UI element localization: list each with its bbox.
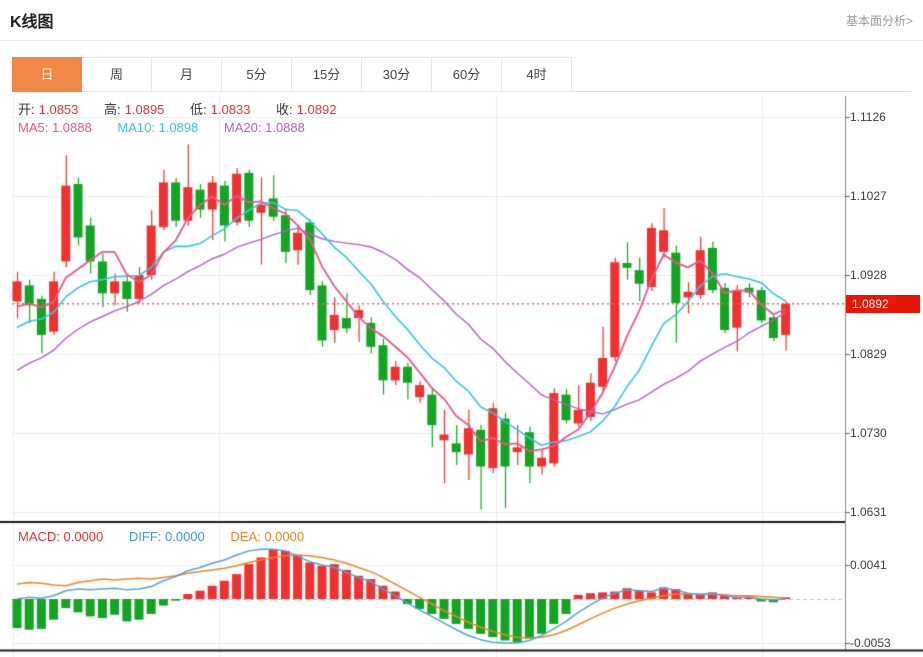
open-label: 开:: [18, 102, 35, 117]
tab-5分[interactable]: 5分: [222, 57, 292, 92]
close-value: 1.0892: [296, 102, 337, 117]
y-axis-label: 1.0730: [850, 426, 887, 440]
y-axis-label: -0.0053: [850, 635, 891, 650]
diff-value: DIFF: 0.0000: [128, 529, 205, 544]
tab-30分[interactable]: 30分: [362, 57, 432, 92]
ma20-value: MA20: 1.0888: [223, 120, 305, 135]
ma10-value: MA10: 1.0898: [117, 120, 199, 135]
kline-widget: K线图 基本面分析> 日周月 5分 15分 30分 60分 4时 开: 1.0853 高: 1…: [0, 0, 923, 657]
low-value: 1.0833: [210, 102, 251, 117]
close-label: 收:: [276, 102, 293, 117]
macd-value: MACD: 0.0000: [18, 529, 104, 544]
period-tab-bar: 日周月 5分 15分 30分 60分 4时: [12, 57, 911, 92]
ohlc-legend: 开: 1.0853 高: 1.0895 低: 1.0833 收: 1.0892: [18, 99, 340, 118]
high-label: 高:: [104, 102, 121, 117]
y-axis-label: 1.1027: [850, 189, 887, 203]
tab-4时[interactable]: 4时: [502, 57, 572, 92]
page-title: K线图: [10, 14, 54, 31]
tab-60分[interactable]: 60分: [432, 57, 502, 92]
tab-15分[interactable]: 15分: [292, 57, 362, 92]
low-label: 低:: [190, 102, 207, 117]
tab-周[interactable]: 周: [82, 57, 152, 92]
macd-legend: MACD: 0.0000 DIFF: 0.0000 DEA: 0.0000: [18, 529, 308, 544]
high-value: 1.0895: [124, 102, 165, 117]
y-axis-label: 1.0829: [850, 347, 887, 361]
dea-value: DEA: 0.0000: [230, 529, 305, 544]
y-axis-label: 1.1126: [850, 110, 886, 124]
ma5-value: MA5: 1.0888: [18, 120, 92, 135]
y-axis-label: 1.0631: [850, 505, 887, 519]
tab-月[interactable]: 月: [152, 57, 222, 92]
current-price-marker: 1.0892: [846, 295, 920, 313]
header-divider: [0, 40, 923, 41]
y-axis-label: 1.0928: [850, 268, 887, 282]
ma-legend: MA5: 1.0888 MA10: 1.0898 MA20: 1.0888: [18, 120, 309, 135]
y-axis-label: 0.0041: [850, 557, 887, 572]
open-value: 1.0853: [38, 102, 79, 117]
tab-日[interactable]: 日: [12, 57, 82, 92]
fundamental-analysis-link[interactable]: 基本面分析>: [846, 12, 913, 29]
